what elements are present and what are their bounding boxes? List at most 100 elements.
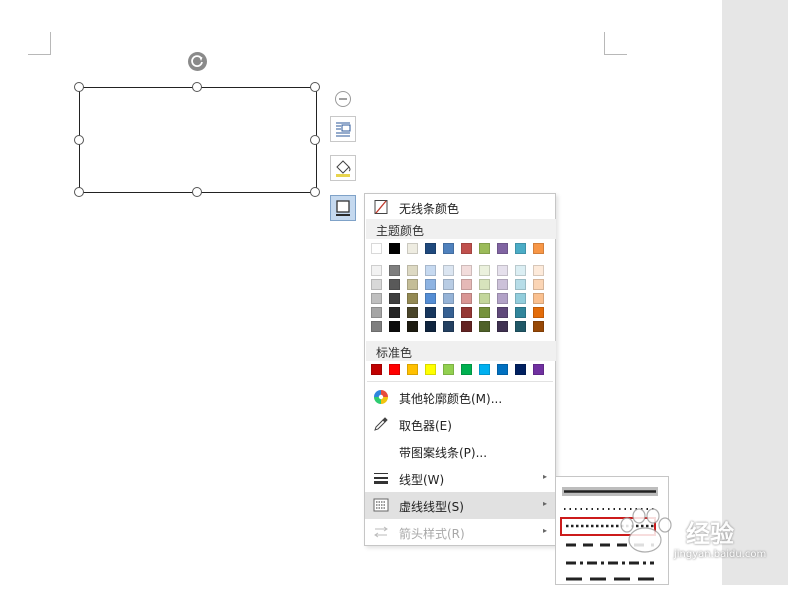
eyedropper-item[interactable]: 取色器(E) [365, 411, 555, 438]
arrow-style-icon [374, 526, 388, 538]
theme-shade-swatch[interactable] [479, 307, 490, 318]
theme-shade-swatch[interactable] [389, 293, 400, 304]
resize-handle-bottom-right[interactable] [310, 187, 320, 197]
theme-shade-swatch[interactable] [515, 265, 526, 276]
dash-solid-option[interactable] [562, 481, 658, 501]
theme-shade-swatch[interactable] [515, 293, 526, 304]
more-colors-item[interactable]: 其他轮廓颜色(M)... [365, 384, 555, 411]
theme-shade-swatch[interactable] [407, 307, 418, 318]
theme-shade-swatch[interactable] [425, 279, 436, 290]
theme-color-swatch[interactable] [389, 243, 400, 254]
theme-shade-swatch[interactable] [497, 321, 508, 332]
theme-shade-swatch[interactable] [533, 293, 544, 304]
shape-fill-button[interactable] [330, 155, 356, 181]
standard-color-swatch[interactable] [371, 364, 382, 375]
weight-item[interactable]: 线型(W) ▸ [365, 465, 555, 492]
theme-shade-swatch[interactable] [443, 279, 454, 290]
theme-shade-swatch[interactable] [425, 293, 436, 304]
theme-shade-swatch[interactable] [407, 265, 418, 276]
no-outline-item[interactable]: 无线条颜色 [365, 194, 555, 221]
dashes-item[interactable]: 虚线线型(S) ▸ [365, 492, 555, 519]
theme-shade-swatch[interactable] [443, 321, 454, 332]
theme-shade-swatch[interactable] [443, 293, 454, 304]
theme-shade-swatch[interactable] [389, 321, 400, 332]
theme-shade-swatch[interactable] [407, 279, 418, 290]
resize-handle-left[interactable] [74, 135, 84, 145]
theme-shade-swatch[interactable] [461, 265, 472, 276]
standard-color-swatch[interactable] [515, 364, 526, 375]
theme-shade-swatch[interactable] [479, 293, 490, 304]
standard-color-swatch[interactable] [461, 364, 472, 375]
theme-shade-swatch[interactable] [461, 279, 472, 290]
theme-shade-swatch[interactable] [425, 265, 436, 276]
theme-shade-swatch[interactable] [371, 279, 382, 290]
theme-color-swatch[interactable] [515, 243, 526, 254]
theme-color-swatch[interactable] [461, 243, 472, 254]
theme-color-swatch[interactable] [443, 243, 454, 254]
theme-shade-swatch[interactable] [371, 307, 382, 318]
submenu-arrow-icon: ▸ [542, 472, 547, 481]
theme-shade-swatch[interactable] [389, 279, 400, 290]
theme-shade-swatch[interactable] [533, 321, 544, 332]
theme-shade-swatch[interactable] [371, 293, 382, 304]
theme-shade-swatch[interactable] [515, 307, 526, 318]
resize-handle-top-left[interactable] [74, 82, 84, 92]
theme-shade-swatch[interactable] [425, 307, 436, 318]
theme-shade-swatch[interactable] [407, 321, 418, 332]
resize-handle-top[interactable] [192, 82, 202, 92]
standard-color-swatch[interactable] [425, 364, 436, 375]
theme-shade-swatch[interactable] [533, 279, 544, 290]
theme-shade-swatch[interactable] [461, 293, 472, 304]
rotate-icon [191, 55, 203, 67]
theme-shade-swatch[interactable] [533, 307, 544, 318]
resize-handle-bottom[interactable] [192, 187, 202, 197]
theme-shade-swatch[interactable] [479, 279, 490, 290]
no-outline-label: 无线条颜色 [399, 202, 460, 216]
dash-solid-sample [562, 487, 658, 496]
dash-long-dash-option[interactable] [562, 569, 658, 589]
theme-shade-swatch[interactable] [371, 321, 382, 332]
theme-shade-swatch[interactable] [479, 321, 490, 332]
theme-shade-swatch[interactable] [497, 307, 508, 318]
theme-color-swatch[interactable] [407, 243, 418, 254]
theme-shade-swatch[interactable] [389, 307, 400, 318]
layout-options-button[interactable] [330, 116, 356, 142]
theme-color-swatch[interactable] [425, 243, 436, 254]
standard-color-swatch[interactable] [497, 364, 508, 375]
resize-handle-bottom-left[interactable] [74, 187, 84, 197]
standard-color-swatch[interactable] [533, 364, 544, 375]
rotate-handle[interactable] [188, 52, 207, 71]
resize-handle-right[interactable] [310, 135, 320, 145]
pattern-lines-item[interactable]: 带图案线条(P)... [365, 438, 555, 465]
theme-shade-swatch[interactable] [461, 321, 472, 332]
theme-shade-swatch[interactable] [497, 279, 508, 290]
theme-shade-swatch[interactable] [389, 265, 400, 276]
theme-shade-swatch[interactable] [407, 293, 418, 304]
resize-handle-top-right[interactable] [310, 82, 320, 92]
theme-shade-swatch[interactable] [425, 321, 436, 332]
standard-colors-header: 标准色 [366, 341, 556, 361]
theme-shade-swatch[interactable] [371, 265, 382, 276]
standard-color-swatch[interactable] [443, 364, 454, 375]
shape-outline-button[interactable] [330, 195, 356, 221]
standard-color-swatch[interactable] [407, 364, 418, 375]
theme-shade-swatch[interactable] [443, 307, 454, 318]
theme-shade-swatch[interactable] [443, 265, 454, 276]
theme-shade-swatch[interactable] [515, 279, 526, 290]
theme-shade-swatch[interactable] [461, 307, 472, 318]
more-colors-label: 其他轮廓颜色(M)... [399, 392, 503, 406]
theme-color-swatch[interactable] [371, 243, 382, 254]
rectangle-shape[interactable] [79, 87, 317, 193]
theme-shade-swatch[interactable] [497, 293, 508, 304]
theme-shade-swatch[interactable] [497, 265, 508, 276]
theme-shade-swatch[interactable] [533, 265, 544, 276]
standard-color-swatch[interactable] [479, 364, 490, 375]
standard-color-swatch[interactable] [389, 364, 400, 375]
theme-color-swatch[interactable] [479, 243, 490, 254]
eyedropper-label: 取色器(E) [399, 419, 452, 433]
theme-color-swatch[interactable] [497, 243, 508, 254]
theme-color-swatch[interactable] [533, 243, 544, 254]
theme-shade-swatch[interactable] [479, 265, 490, 276]
theme-shade-swatch[interactable] [515, 321, 526, 332]
collapse-minus-icon[interactable] [334, 90, 352, 108]
